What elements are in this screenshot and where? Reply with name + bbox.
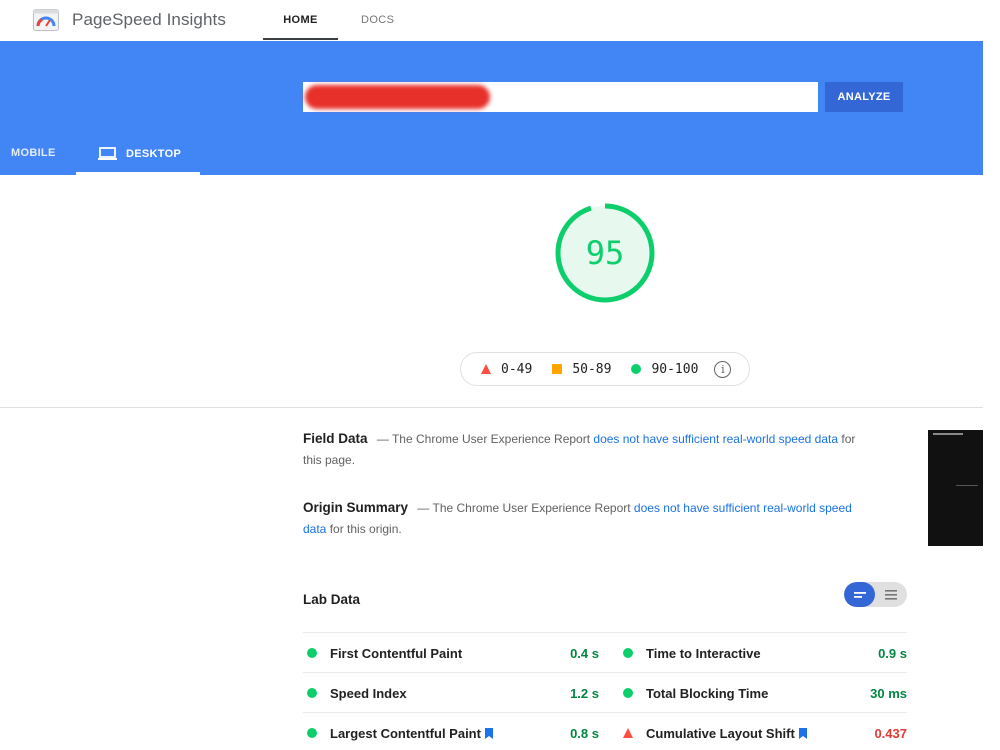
laptop-icon (98, 147, 117, 160)
lab-data-title: Lab Data (303, 592, 361, 607)
metric-name: First Contentful Paint (330, 645, 463, 661)
bookmark-icon[interactable] (798, 727, 807, 739)
expanded-view-icon (885, 589, 897, 600)
metric-value: 30 ms (870, 685, 907, 701)
score-legend: 0-49 50-89 90-100 i (460, 352, 750, 386)
metrics-row: Largest Contentful Paint 0.8 s Cumulativ… (303, 712, 907, 750)
origin-summary-title: Origin Summary (303, 500, 409, 515)
metric-largest-contentful-paint: Largest Contentful Paint 0.8 s (303, 713, 605, 750)
metric-speed-index: Speed Index 1.2 s (303, 673, 605, 713)
legend-average-label: 50-89 (572, 361, 612, 377)
square-icon (552, 364, 563, 374)
metric-value: 0.8 s (570, 725, 599, 741)
tab-desktop[interactable]: DESKTOP (98, 147, 181, 160)
legend-average: 50-89 (552, 362, 611, 377)
metrics-row: Speed Index 1.2 s Total Blocking Time 30… (303, 672, 907, 712)
metric-total-blocking-time: Total Blocking Time 30 ms (605, 673, 907, 713)
origin-summary-suffix: for this origin. (329, 522, 402, 536)
expanded-view-button[interactable] (875, 582, 907, 607)
tab-home[interactable]: HOME (263, 14, 338, 26)
top-bar: PageSpeed Insights HOME DOCS (0, 0, 1000, 41)
origin-summary-section: Origin Summary — The Chrome User Experie… (303, 497, 858, 540)
status-circle-icon (623, 688, 633, 698)
status-triangle-icon (623, 728, 633, 738)
metric-first-contentful-paint: First Contentful Paint 0.4 s (303, 633, 605, 673)
metrics-row: First Contentful Paint 0.4 s Time to Int… (303, 632, 907, 672)
pagespeed-logo-icon (33, 9, 59, 31)
thumbnail-text-line (956, 485, 978, 486)
metric-name: Largest Contentful Paint (330, 725, 481, 741)
score-value: 95 (585, 234, 625, 272)
field-data-section: Field Data — The Chrome User Experience … (303, 428, 858, 471)
performance-score-gauge: 95 (553, 201, 657, 305)
compact-view-button[interactable] (844, 582, 875, 607)
legend-poor: 0-49 (481, 362, 532, 377)
tab-mobile[interactable]: MOBILE (11, 147, 56, 159)
origin-summary-prefix: — The Chrome User Experience Report (417, 501, 631, 515)
status-circle-icon (623, 648, 633, 658)
field-data-title: Field Data (303, 431, 368, 446)
tab-desktop-label: DESKTOP (126, 147, 182, 160)
circle-icon (631, 364, 642, 374)
legend-poor-label: 0-49 (501, 361, 533, 377)
redacted-url-mark (305, 85, 490, 109)
legend-good-label: 90-100 (651, 361, 699, 377)
metric-name: Total Blocking Time (646, 685, 769, 701)
bookmark-icon[interactable] (484, 727, 493, 739)
url-banner: ANALYZE MOBILE DESKTOP (0, 41, 983, 175)
lab-metrics-grid: First Contentful Paint 0.4 s Time to Int… (303, 632, 907, 750)
analyze-button[interactable]: ANALYZE (825, 82, 903, 112)
status-circle-icon (307, 728, 317, 738)
metric-cumulative-layout-shift: Cumulative Layout Shift 0.437 (605, 713, 907, 750)
section-divider (0, 407, 983, 408)
metric-value: 1.2 s (570, 685, 599, 701)
tab-docs[interactable]: DOCS (361, 14, 394, 26)
metric-value: 0.9 s (878, 645, 907, 661)
compact-view-icon (853, 591, 866, 598)
device-tab-indicator (76, 172, 200, 175)
info-icon[interactable]: i (714, 360, 732, 378)
thumbnail-header-line (933, 433, 963, 435)
page-screenshot-thumbnail (928, 430, 983, 546)
metric-name-wrap: Cumulative Layout Shift (646, 726, 807, 741)
metric-name: Speed Index (330, 685, 407, 701)
triangle-icon (481, 364, 491, 374)
metric-value: 0.437 (874, 725, 907, 741)
metric-time-to-interactive: Time to Interactive 0.9 s (605, 633, 907, 673)
metric-name: Time to Interactive (646, 645, 761, 661)
legend-good: 90-100 (631, 362, 698, 377)
field-data-prefix: — The Chrome User Experience Report (376, 432, 591, 446)
active-tab-indicator (263, 38, 338, 40)
field-data-link[interactable]: does not have sufficient real-world spee… (593, 432, 838, 446)
status-circle-icon (307, 648, 317, 658)
brand-title: PageSpeed Insights (72, 10, 226, 29)
view-toggle[interactable] (844, 582, 907, 607)
status-circle-icon (307, 688, 317, 698)
metric-name: Cumulative Layout Shift (646, 725, 795, 741)
metric-value: 0.4 s (570, 645, 599, 661)
metric-name-wrap: Largest Contentful Paint (330, 726, 493, 741)
